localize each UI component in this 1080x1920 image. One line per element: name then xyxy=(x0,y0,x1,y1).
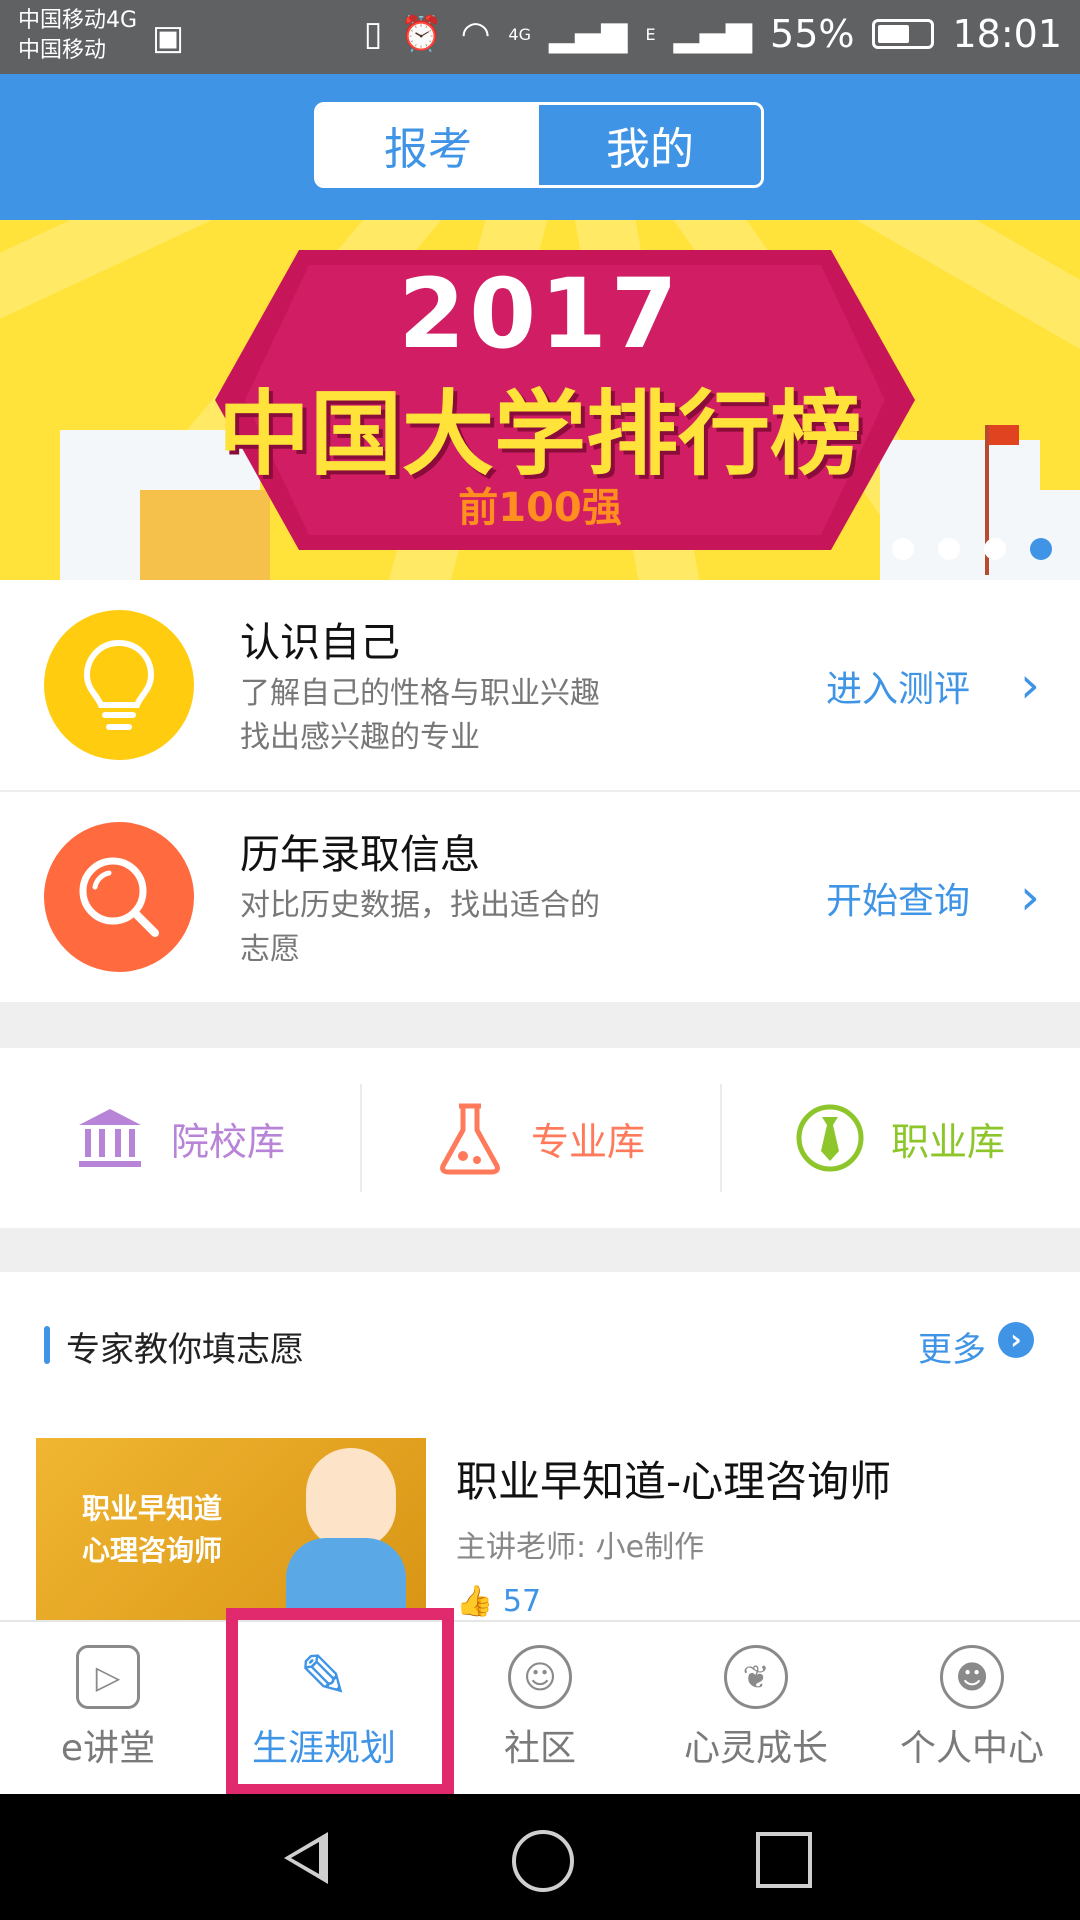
banner-title: 中国大学排行榜 xyxy=(217,381,862,488)
battery-icon xyxy=(872,19,935,49)
battery-percent: 55% xyxy=(770,12,855,56)
chevron-right-icon[interactable]: › xyxy=(1020,656,1040,714)
feature-title: 历年录取信息 xyxy=(240,832,480,878)
library-label: 专业库 xyxy=(530,1119,645,1164)
status-right: ▯ ⏰ ◠ 4G ▂▄▆ E ▂▄▆ 55% 18:01 xyxy=(364,12,1062,56)
feature-row-self-knowledge[interactable]: 认识自己 了解自己的性格与职业兴趣 找出感兴趣的专业 进入测评 › xyxy=(0,580,1080,790)
magnifier-icon xyxy=(44,822,194,972)
person-icon: ☻ xyxy=(940,1645,1004,1709)
network-type-2: E xyxy=(645,24,656,44)
bottom-tab-bar: ▷ e讲堂 ✎ 生涯规划 ☺ 社区 ❦ 心灵成长 ☻ 个人中心 xyxy=(0,1620,1080,1794)
thumbs-up-icon: 👍 xyxy=(456,1584,494,1619)
tab-mind-growth[interactable]: ❦ 心灵成长 xyxy=(648,1622,864,1794)
carousel-indicator xyxy=(892,538,1052,560)
thumbnail-line: 职业早知道 xyxy=(82,1492,223,1525)
library-label: 职业库 xyxy=(890,1119,1005,1164)
vibrate-icon: ▯ xyxy=(363,14,383,54)
carrier-info: 中国移动4G 中国移动 xyxy=(18,6,137,66)
carrier-secondary: 中国移动 xyxy=(18,38,107,63)
course-title[interactable]: 职业早知道-心理咨询师 xyxy=(456,1448,891,1509)
university-library-button[interactable]: 院校库 xyxy=(0,1048,360,1228)
likes-count: 57 xyxy=(502,1584,542,1619)
library-shortcuts: 院校库 专业库 职业库 xyxy=(0,1048,1080,1228)
section-accent-bar xyxy=(44,1326,50,1364)
chevron-circle-right-icon[interactable]: › xyxy=(998,1322,1034,1358)
image-notification-icon: ▣ xyxy=(152,18,185,58)
home-icon[interactable] xyxy=(512,1830,574,1892)
more-link[interactable]: 更多 xyxy=(918,1322,986,1371)
highlight-box xyxy=(226,1608,454,1796)
promo-banner[interactable]: 2017 中国大学排行榜 前100强 xyxy=(0,220,1080,580)
thumbnail-line: 心理咨询师 xyxy=(82,1534,223,1567)
major-library-button[interactable]: 专业库 xyxy=(360,1048,720,1228)
section-gap xyxy=(0,1228,1080,1272)
likes: 👍 57 xyxy=(456,1584,541,1619)
back-icon-inner xyxy=(291,1842,319,1874)
feature-desc-line: 了解自己的性格与职业兴趣 xyxy=(240,676,600,711)
library-label: 院校库 xyxy=(170,1119,285,1164)
flask-icon xyxy=(440,1103,500,1175)
course-teacher: 主讲老师: 小e制作 xyxy=(456,1530,705,1565)
section-gap xyxy=(0,1002,1080,1048)
signal-icon: ▂▄▆ xyxy=(549,14,628,54)
university-icon xyxy=(78,1109,141,1167)
section-title: 专家教你填志愿 xyxy=(66,1330,304,1370)
tab-community[interactable]: ☺ 社区 xyxy=(432,1622,648,1794)
feature-title: 认识自己 xyxy=(240,620,400,666)
carousel-dot-active[interactable] xyxy=(1030,538,1052,560)
start-query-link[interactable]: 开始查询 xyxy=(826,872,970,924)
expert-section: 专家教你填志愿 更多 › 职业早知道 心理咨询师 职业早知道-心理咨询师 主讲老… xyxy=(0,1272,1080,1622)
community-icon: ☺ xyxy=(508,1645,572,1709)
carousel-dot[interactable] xyxy=(892,538,914,560)
tab-baokao[interactable]: 报考 xyxy=(317,105,539,185)
feature-desc-line: 对比历史数据，找出适合的 xyxy=(240,888,600,923)
network-type-1: 4G xyxy=(508,24,531,44)
feature-row-admission-history[interactable]: 历年录取信息 对比历史数据，找出适合的 志愿 开始查询 › xyxy=(0,792,1080,1002)
tab-wode[interactable]: 我的 xyxy=(539,105,761,185)
play-icon: ▷ xyxy=(76,1645,140,1709)
career-library-button[interactable]: 职业库 xyxy=(720,1048,1080,1228)
feature-description: 对比历史数据，找出适合的 志愿 xyxy=(240,884,660,972)
alarm-icon: ⏰ xyxy=(400,14,443,54)
banner-subtitle: 前100强 xyxy=(458,485,622,531)
leaf-icon: ❦ xyxy=(724,1645,788,1709)
wifi-icon: ◠ xyxy=(460,14,491,54)
tie-icon xyxy=(796,1104,864,1172)
tab-label: 个人中心 xyxy=(899,1728,1044,1769)
recent-apps-icon[interactable] xyxy=(756,1832,812,1888)
person-illustration xyxy=(306,1448,396,1548)
feature-desc-line: 志愿 xyxy=(240,932,300,967)
course-thumbnail[interactable]: 职业早知道 心理咨询师 xyxy=(36,1438,426,1622)
thumbnail-text: 职业早知道 心理咨询师 xyxy=(82,1488,222,1572)
status-bar: 中国移动4G 中国移动 ▣ ▯ ⏰ ◠ 4G ▂▄▆ E ▂▄▆ 55% 18:… xyxy=(0,0,1080,74)
signal-icon-2: ▂▄▆ xyxy=(673,14,753,54)
lightbulb-icon xyxy=(44,610,194,760)
start-assessment-link[interactable]: 进入测评 xyxy=(826,660,970,712)
carrier-primary: 中国移动4G xyxy=(18,8,138,33)
tab-label: 心灵成长 xyxy=(683,1728,828,1769)
feature-description: 了解自己的性格与职业兴趣 找出感兴趣的专业 xyxy=(240,672,660,760)
carousel-dot[interactable] xyxy=(938,538,960,560)
feature-desc-line: 找出感兴趣的专业 xyxy=(240,720,480,755)
chevron-right-icon[interactable]: › xyxy=(1020,868,1040,926)
clock: 18:01 xyxy=(952,12,1062,56)
carousel-dot[interactable] xyxy=(984,538,1006,560)
tab-label: 社区 xyxy=(503,1728,576,1769)
segmented-control: 报考 我的 xyxy=(314,102,764,188)
banner-year: 2017 xyxy=(398,258,682,370)
tab-label: e讲堂 xyxy=(60,1728,156,1769)
tab-e-lecture[interactable]: ▷ e讲堂 xyxy=(0,1622,216,1794)
tab-personal-center[interactable]: ☻ 个人中心 xyxy=(864,1622,1080,1794)
